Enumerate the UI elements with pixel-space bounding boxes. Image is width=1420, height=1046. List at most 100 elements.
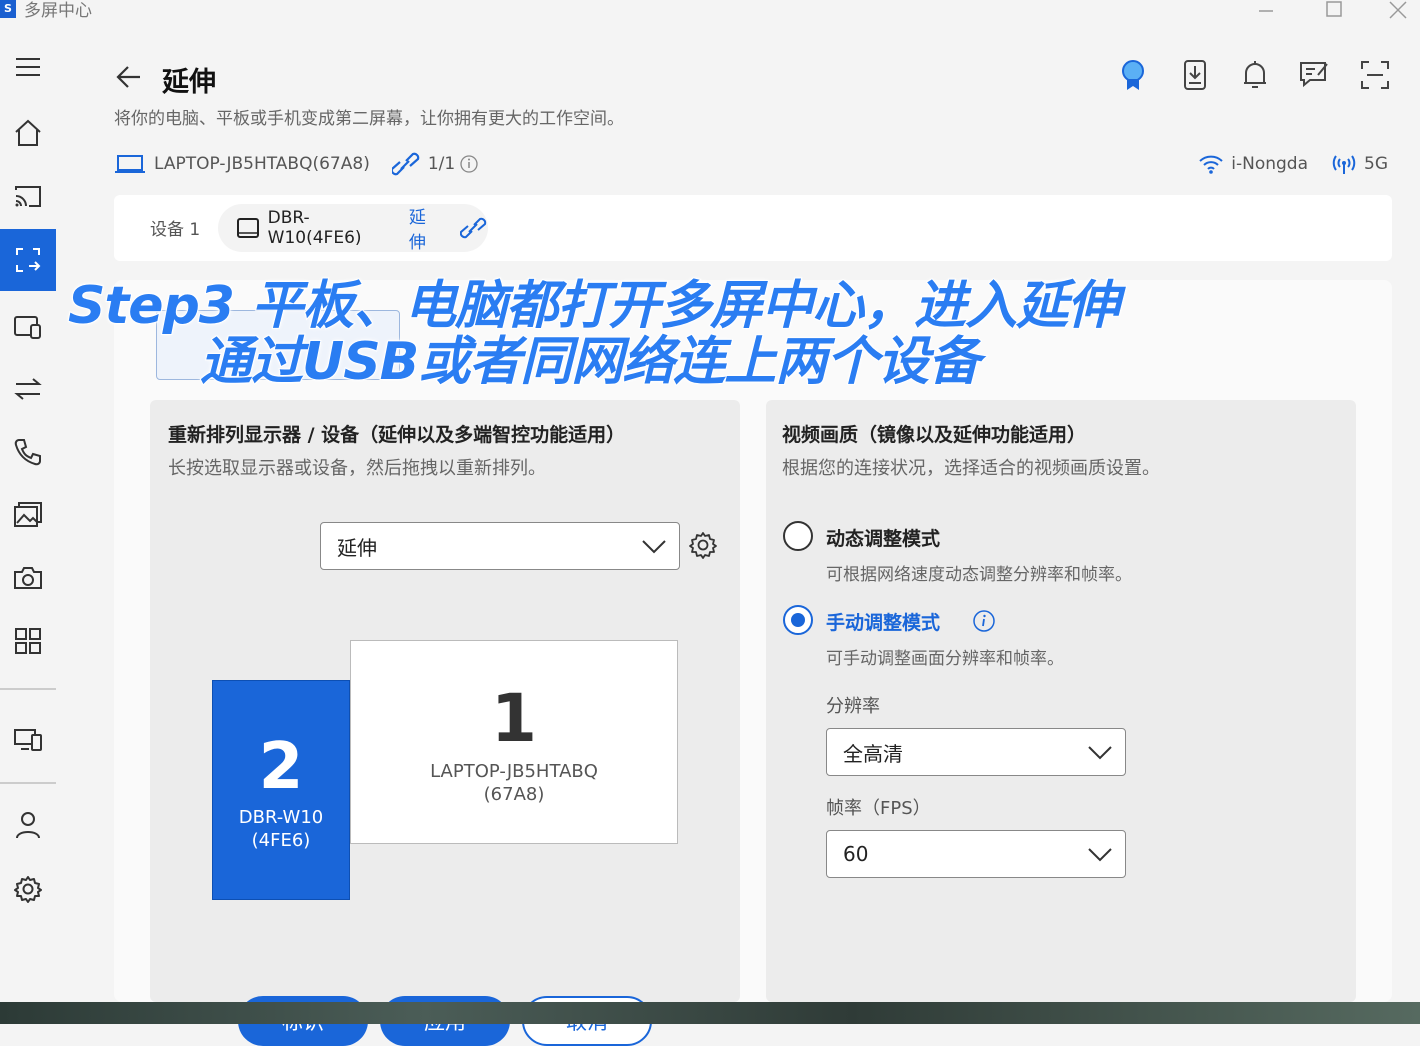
monitor-number: 1 <box>491 680 537 757</box>
medal-icon <box>1122 60 1144 90</box>
info-icon <box>460 155 478 173</box>
radio-unchecked-icon <box>783 521 813 551</box>
cast-icon <box>15 186 41 207</box>
sidebar-item-extend[interactable] <box>0 229 56 291</box>
scan-icon <box>1361 61 1389 89</box>
extend-icon <box>16 248 41 272</box>
close-icon <box>1389 1 1407 19</box>
title-bar: S 多屏中心 <box>0 0 1420 32</box>
network-row: i-Nongda 5G <box>1197 150 1388 178</box>
page-subtitle: 将你的电脑、平板或手机变成第二屏幕，让你拥有更大的工作空间。 <box>114 109 624 129</box>
manual-mode-label[interactable]: 手动调整模式 <box>826 608 940 635</box>
sidebar-item-gallery[interactable] <box>0 484 56 546</box>
device-name: DBR-W10(4FE6) <box>267 208 362 248</box>
app-title: 多屏中心 <box>24 1 92 21</box>
sidebar-item-cast[interactable] <box>0 166 56 228</box>
sidebar-item-devices[interactable] <box>0 709 56 771</box>
sidebar-item-home[interactable] <box>0 102 56 164</box>
chevron-down-icon <box>642 540 666 554</box>
link-icon <box>391 152 420 176</box>
apps-grid-icon <box>15 628 41 654</box>
connection-row: LAPTOP-JB5HTABQ(67A8) 1/1 <box>114 150 479 178</box>
arrange-subtitle: 长按选取显示器或设备，然后拖拽以重新排列。 <box>168 458 546 479</box>
phone-icon <box>14 439 41 466</box>
badge-button[interactable] <box>1116 58 1150 92</box>
phone-screen-icon <box>14 316 41 339</box>
page-title: 延伸 <box>162 67 216 98</box>
minimize-button[interactable] <box>1246 0 1286 24</box>
resolution-select[interactable]: 全高清 <box>826 728 1126 776</box>
link-count: 1/1 <box>427 154 456 174</box>
sidebar-item-phone-screen[interactable] <box>0 296 56 358</box>
scan-button[interactable] <box>1358 58 1392 92</box>
sidebar-item-apps[interactable] <box>0 610 56 672</box>
home-icon <box>15 119 41 146</box>
manual-mode-radio[interactable] <box>782 604 814 640</box>
chevron-down-icon <box>1088 746 1112 760</box>
sidebar <box>0 32 64 1002</box>
fps-select[interactable]: 60 <box>826 830 1126 878</box>
manual-mode-info[interactable] <box>972 609 996 637</box>
dynamic-mode-desc: 可根据网络速度动态调整分辨率和帧率。 <box>826 565 1132 585</box>
maximize-icon <box>1326 1 1342 17</box>
gallery-icon <box>14 502 42 527</box>
resolution-value: 全高清 <box>843 741 903 766</box>
mode-select-value: 延伸 <box>337 535 377 560</box>
monitor-number: 2 <box>258 730 304 804</box>
user-icon <box>16 812 40 839</box>
quality-title: 视频画质（镜像以及延伸功能适用） <box>782 424 1087 446</box>
mode-select[interactable]: 延伸 <box>320 522 680 570</box>
back-button[interactable] <box>114 62 144 96</box>
link-icon <box>460 217 487 239</box>
sidebar-item-camera[interactable] <box>0 547 56 609</box>
wifi-name: i-Nongda <box>1231 154 1308 174</box>
camera-icon <box>14 567 42 589</box>
monitor-2[interactable]: 2 DBR-W10 (4FE6) <box>212 680 350 900</box>
arrange-panel: 重新排列显示器 / 设备（延伸以及多端智控功能适用） 长按选取显示器或设备，然后… <box>150 400 740 1046</box>
app-logo-icon: S <box>0 0 16 18</box>
download-icon <box>1184 60 1206 90</box>
monitor-id: (4FE6) <box>251 830 311 851</box>
mode-settings-button[interactable] <box>688 530 718 564</box>
info-icon <box>973 610 995 632</box>
monitor-name: DBR-W10 <box>238 807 324 828</box>
hamburger-icon <box>16 58 40 76</box>
local-device-name: LAPTOP-JB5HTABQ(67A8) <box>154 154 370 174</box>
gear-icon <box>14 876 42 903</box>
radio-checked-icon <box>783 605 813 635</box>
quality-subtitle: 根据您的连接状况，选择适合的视频画质设置。 <box>782 458 1160 479</box>
caption-line-2: 通过USB或者同网络连上两个设备 <box>199 331 981 393</box>
device-index-label: 设备 1 <box>150 220 201 240</box>
sidebar-item-settings[interactable] <box>0 858 56 920</box>
notifications-button[interactable] <box>1238 58 1272 92</box>
device-mode: 延伸 <box>408 208 426 253</box>
monitor-name: LAPTOP-JB5HTABQ <box>430 761 598 782</box>
feedback-icon <box>1300 62 1328 88</box>
main-content: 延伸 将你的电脑、平板或手机变成第二屏幕，让你拥有更大的工作空间。 LAPTOP… <box>64 32 1420 1046</box>
caption-line-1: Step3 平板、电脑都打开多屏中心，进入延伸 <box>67 275 1120 337</box>
tablet-icon <box>237 218 259 238</box>
feedback-button[interactable] <box>1298 58 1332 92</box>
sidebar-item-transfer[interactable] <box>0 358 56 420</box>
menu-button[interactable] <box>0 36 56 98</box>
device-pill[interactable]: DBR-W10(4FE6) 延伸 <box>218 204 488 253</box>
fps-label: 帧率（FPS） <box>826 798 931 819</box>
monitor-1[interactable]: 1 LAPTOP-JB5HTABQ (67A8) <box>350 640 678 844</box>
sidebar-item-account[interactable] <box>0 794 56 856</box>
monitor-id: (67A8) <box>483 784 545 805</box>
laptop-icon <box>115 155 145 173</box>
quality-panel: 视频画质（镜像以及延伸功能适用） 根据您的连接状况，选择适合的视频画质设置。 动… <box>766 400 1356 1002</box>
hotspot-icon <box>1332 155 1356 174</box>
sidebar-item-call[interactable] <box>0 421 56 483</box>
sidebar-divider <box>0 782 56 784</box>
chevron-down-icon <box>1088 848 1112 862</box>
resolution-label: 分辨率 <box>826 696 880 717</box>
arrow-left-icon <box>116 66 140 88</box>
maximize-button[interactable] <box>1314 0 1354 24</box>
manual-mode-desc: 可手动调整画面分辨率和帧率。 <box>826 649 1064 669</box>
download-button[interactable] <box>1178 58 1212 92</box>
minimize-icon <box>1259 10 1273 12</box>
dynamic-mode-radio[interactable] <box>782 520 814 556</box>
close-button[interactable] <box>1378 0 1418 24</box>
dynamic-mode-label[interactable]: 动态调整模式 <box>826 524 940 551</box>
